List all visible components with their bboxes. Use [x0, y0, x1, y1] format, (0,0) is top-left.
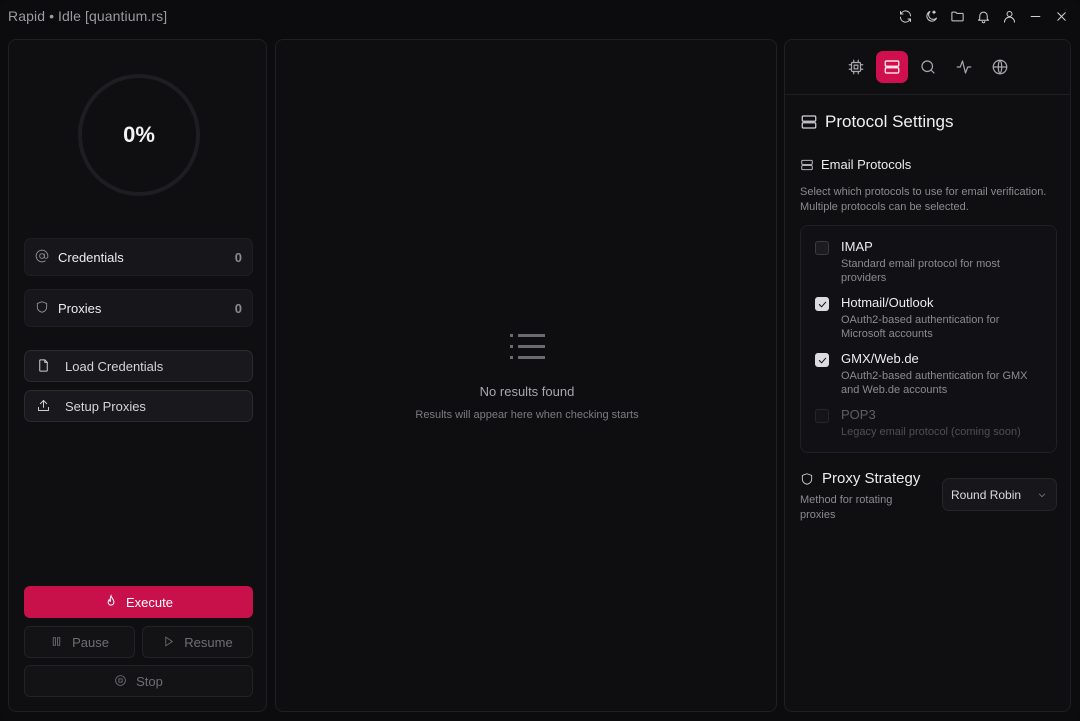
load-credentials-label: Load Credentials — [65, 358, 164, 374]
protocol-imap[interactable]: IMAP Standard email protocol for most pr… — [815, 239, 1045, 285]
proxies-label: Proxies — [58, 300, 102, 316]
protocol-name: POP3 — [841, 407, 876, 422]
bell-icon[interactable] — [972, 5, 994, 27]
app-window: Rapid • Idle [quantium.rs] 0% Credential… — [0, 0, 1080, 721]
proxy-strategy-value: Round Robin — [951, 487, 1022, 502]
stop-button[interactable]: Stop — [24, 665, 253, 697]
play-icon — [162, 635, 176, 649]
protocol-info: OAuth2-based authentication for Microsof… — [841, 314, 1000, 340]
empty-state: No results found Results will appear her… — [276, 332, 778, 421]
load-credentials-button[interactable]: Load Credentials — [24, 350, 253, 382]
minimize-icon[interactable] — [1024, 5, 1046, 27]
chevron-down-icon — [1038, 493, 1046, 498]
proxy-strategy-select[interactable]: Round Robin — [942, 478, 1057, 511]
server-icon — [801, 115, 817, 129]
activity-icon[interactable] — [948, 51, 980, 83]
execute-button[interactable]: Execute — [24, 586, 253, 618]
gmx-checkbox[interactable] — [815, 353, 829, 367]
settings-panel: Protocol Settings Email Protocols Select… — [784, 39, 1071, 712]
execute-label: Execute — [126, 594, 173, 610]
hotmail-checkbox[interactable] — [815, 297, 829, 311]
proxies-count: 0 — [234, 300, 242, 316]
user-icon[interactable] — [998, 5, 1020, 27]
settings-tabs — [785, 40, 1070, 95]
email-protocols-header: Email Protocols — [800, 157, 911, 172]
close-icon[interactable] — [1050, 5, 1072, 27]
stop-icon — [114, 674, 128, 688]
protocol-gmx[interactable]: GMX/Web.de OAuth2-based authentication f… — [815, 351, 1045, 397]
title-actions — [894, 5, 1072, 27]
folder-icon[interactable] — [946, 5, 968, 27]
pause-label: Pause — [72, 634, 109, 650]
left-panel: 0% Credentials 0 Proxies 0 Load Credenti… — [8, 39, 267, 712]
refresh-icon[interactable] — [894, 5, 916, 27]
title-bar: Rapid • Idle [quantium.rs] — [0, 0, 1080, 32]
protocol-settings-title: Protocol Settings — [825, 112, 954, 131]
pop3-checkbox — [815, 409, 829, 423]
resume-button[interactable]: Resume — [142, 626, 253, 658]
setup-proxies-label: Setup Proxies — [65, 398, 146, 414]
protocol-info: OAuth2-based authentication for GMX and … — [841, 370, 1028, 396]
server-icon — [801, 159, 813, 170]
progress-ring: 0% — [78, 74, 200, 196]
pause-icon — [50, 635, 64, 649]
protocol-pop3: POP3 Legacy email protocol (coming soon) — [815, 407, 1045, 439]
check-icon — [818, 301, 826, 307]
at-icon — [35, 249, 51, 265]
email-protocols-description: Select which protocols to use for email … — [800, 186, 1047, 213]
cpu-icon[interactable] — [840, 51, 872, 83]
resume-label: Resume — [184, 634, 233, 650]
shield-icon — [35, 300, 51, 316]
protocol-settings-header: Protocol Settings — [800, 112, 954, 132]
proxies-stat: Proxies 0 — [24, 289, 253, 327]
check-icon — [818, 357, 826, 363]
protocol-hotmail[interactable]: Hotmail/Outlook OAuth2-based authenticat… — [815, 295, 1045, 341]
credentials-label: Credentials — [58, 249, 124, 265]
proxy-strategy-header: Proxy Strategy — [800, 470, 920, 487]
proxy-strategy-title: Proxy Strategy — [822, 470, 921, 487]
protocol-name: Hotmail/Outlook — [841, 295, 934, 310]
proxy-strategy-description: Method for rotating proxies — [800, 494, 893, 521]
shield-icon — [801, 472, 813, 485]
file-icon — [36, 358, 52, 374]
protocol-info: Legacy email protocol (coming soon) — [841, 426, 1021, 438]
empty-title: No results found — [479, 384, 575, 399]
credentials-count: 0 — [234, 249, 242, 265]
search-icon[interactable] — [912, 51, 944, 83]
globe-icon[interactable] — [984, 51, 1016, 83]
upload-icon — [36, 398, 52, 414]
window-title: Rapid • Idle [quantium.rs] — [8, 8, 168, 24]
server-icon[interactable] — [875, 51, 908, 83]
progress-percent: 0% — [123, 122, 155, 147]
email-protocols-title: Email Protocols — [821, 157, 912, 172]
imap-checkbox[interactable] — [815, 241, 829, 255]
results-panel: No results found Results will appear her… — [275, 39, 777, 712]
protocol-name: IMAP — [841, 239, 873, 254]
protocol-name: GMX/Web.de — [841, 351, 919, 366]
credentials-stat: Credentials 0 — [24, 238, 253, 276]
protocol-info: Standard email protocol for most provide… — [841, 258, 1000, 284]
list-icon — [507, 332, 547, 362]
moon-icon[interactable] — [920, 5, 942, 27]
stop-label: Stop — [136, 673, 163, 689]
setup-proxies-button[interactable]: Setup Proxies — [24, 390, 253, 422]
flame-icon — [104, 594, 120, 610]
empty-subtitle: Results will appear here when checking s… — [415, 409, 639, 421]
protocol-list: IMAP Standard email protocol for most pr… — [800, 225, 1057, 453]
pause-button[interactable]: Pause — [24, 626, 135, 658]
